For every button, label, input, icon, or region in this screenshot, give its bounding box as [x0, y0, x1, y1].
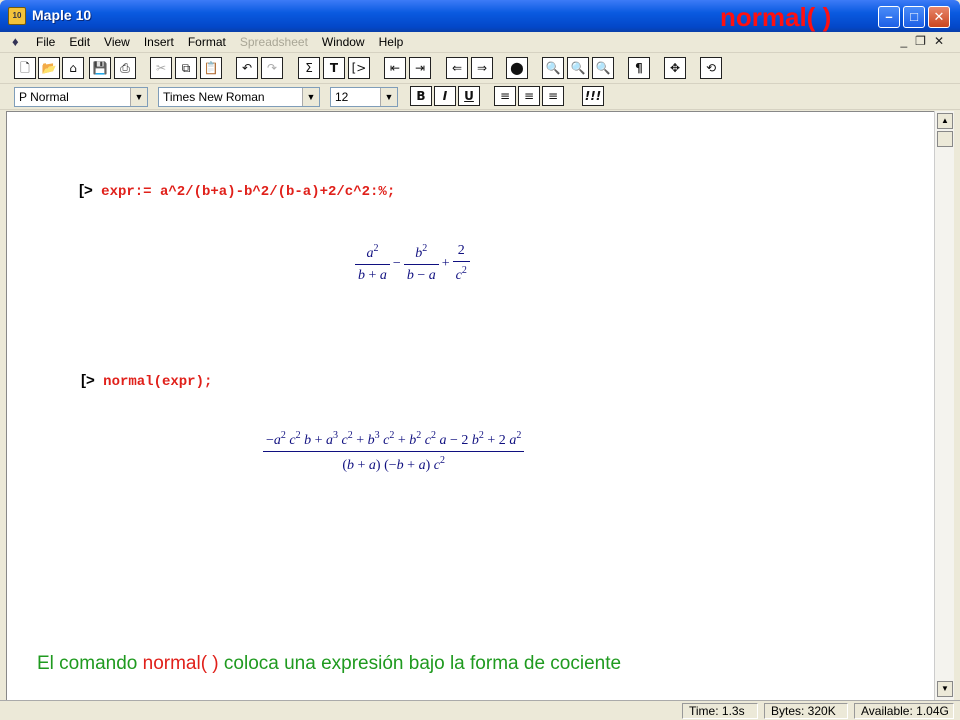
- prompt-symbol: [>: [81, 372, 95, 389]
- status-available: Available: 1.04G: [854, 703, 954, 719]
- scroll-thumb[interactable]: [937, 131, 953, 147]
- forward-arrow-icon[interactable]: ⇒: [471, 57, 493, 79]
- menu-file[interactable]: File: [36, 35, 55, 49]
- zoom-large-icon[interactable]: 🔍: [592, 57, 614, 79]
- output-2: −a2 c2 b + a3 c2 + b3 c2 + b2 c2 a − 2 b…: [261, 430, 526, 474]
- style-select[interactable]: P Normal ▼: [14, 87, 148, 107]
- close-button[interactable]: ✕: [928, 6, 950, 28]
- scroll-up-icon[interactable]: ▲: [937, 113, 953, 129]
- menu-items: File Edit View Insert Format Spreadsheet…: [36, 35, 403, 49]
- text-mode-icon[interactable]: T: [323, 57, 345, 79]
- main-toolbar: 🗋 📂 ⌂ 💾 ⎙ ✂ ⧉ 📋 ↶ ↷ Σ T [> ⇤ ⇥ ⇐ ⇒ ⬤ 🔍 🔍…: [0, 54, 960, 84]
- input-line-1[interactable]: [> expr:= a^2/(b+a)-b^2/(b-a)+2/c^2:%;: [79, 182, 395, 200]
- size-select-value: 12: [335, 90, 349, 104]
- menu-bar: ♦ File Edit View Insert Format Spreadshe…: [0, 32, 960, 53]
- restart-icon[interactable]: ⟲: [700, 57, 722, 79]
- sum-icon[interactable]: Σ: [298, 57, 320, 79]
- scroll-down-icon[interactable]: ▼: [937, 681, 953, 697]
- cut-icon[interactable]: ✂: [150, 57, 172, 79]
- menu-spreadsheet: Spreadsheet: [239, 35, 308, 49]
- zoom-medium-icon[interactable]: 🔍: [567, 57, 589, 79]
- underline-button[interactable]: U: [458, 86, 480, 106]
- title-bar[interactable]: 10 Maple 10 normal( ) – □ ✕: [0, 0, 960, 32]
- execute-worksheet-button[interactable]: !!!: [582, 86, 604, 106]
- maple-input-icon[interactable]: [>: [348, 57, 370, 79]
- doc-restore-icon[interactable]: ❐: [915, 34, 926, 48]
- align-left-icon[interactable]: ≡: [494, 86, 516, 106]
- open-folder-icon[interactable]: 📂: [38, 57, 60, 79]
- menu-help[interactable]: Help: [379, 35, 404, 49]
- font-select-value: Times New Roman: [163, 90, 265, 104]
- chevron-down-icon[interactable]: ▼: [302, 88, 319, 106]
- menu-view[interactable]: View: [104, 35, 130, 49]
- caption: El comando normal( ) coloca una expresió…: [37, 653, 621, 675]
- zoom-small-icon[interactable]: 🔍: [542, 57, 564, 79]
- caption-pre: El comando: [37, 653, 143, 674]
- window-title: Maple 10: [32, 7, 92, 23]
- menu-edit[interactable]: Edit: [69, 35, 90, 49]
- menu-format[interactable]: Format: [188, 35, 226, 49]
- save-icon[interactable]: 💾: [89, 57, 111, 79]
- bold-button[interactable]: B: [410, 86, 432, 106]
- command-2[interactable]: normal(expr);: [103, 374, 212, 390]
- input-line-2[interactable]: [> normal(expr);: [81, 372, 212, 390]
- status-time: Time: 1.3s: [682, 703, 758, 719]
- maximize-button[interactable]: □: [903, 6, 925, 28]
- open-url-icon[interactable]: ⌂: [62, 57, 84, 79]
- indent-icon[interactable]: ⇥: [409, 57, 431, 79]
- menu-insert[interactable]: Insert: [144, 35, 174, 49]
- document-menu-icon[interactable]: ♦: [12, 34, 30, 50]
- status-bar: Time: 1.3s Bytes: 320K Available: 1.04G: [0, 700, 960, 720]
- size-select[interactable]: 12 ▼: [330, 87, 398, 107]
- paste-icon[interactable]: 📋: [200, 57, 222, 79]
- italic-button[interactable]: I: [434, 86, 456, 106]
- status-bytes: Bytes: 320K: [764, 703, 848, 719]
- pilcrow-icon[interactable]: ¶: [628, 57, 650, 79]
- back-arrow-icon[interactable]: ⇐: [446, 57, 468, 79]
- align-center-icon[interactable]: ≡: [518, 86, 540, 106]
- prompt-symbol: [>: [79, 182, 93, 199]
- print-icon[interactable]: ⎙: [114, 57, 136, 79]
- stop-icon[interactable]: ⬤: [506, 57, 528, 79]
- chevron-down-icon[interactable]: ▼: [130, 88, 147, 106]
- doc-close-icon[interactable]: ✕: [934, 34, 944, 48]
- new-document-icon[interactable]: 🗋: [14, 57, 36, 79]
- minimize-button[interactable]: –: [878, 6, 900, 28]
- doc-minimize-icon[interactable]: _: [900, 34, 907, 48]
- format-toolbar: P Normal ▼ Times New Roman ▼ 12 ▼ B I U …: [0, 84, 960, 110]
- menu-window[interactable]: Window: [322, 35, 365, 49]
- output-1: a2 b + a − b2 b − a +2 c2: [353, 243, 472, 284]
- vertical-scrollbar[interactable]: ▲ ▼: [934, 111, 954, 700]
- style-select-value: P Normal: [19, 90, 69, 104]
- redo-icon[interactable]: ↷: [261, 57, 283, 79]
- caption-post: coloca una expresión bajo la forma de co…: [218, 653, 622, 674]
- copy-icon[interactable]: ⧉: [175, 57, 197, 79]
- maple-app-icon[interactable]: 10: [8, 7, 26, 25]
- chevron-down-icon[interactable]: ▼: [380, 88, 397, 106]
- font-select[interactable]: Times New Roman ▼: [158, 87, 320, 107]
- slide-title: normal( ): [720, 2, 832, 32]
- worksheet[interactable]: [> expr:= a^2/(b+a)-b^2/(b-a)+2/c^2:%; a…: [6, 111, 934, 700]
- document-window-controls: _ ❐ ✕: [900, 34, 944, 48]
- expand-section-icon[interactable]: ✥: [664, 57, 686, 79]
- undo-icon[interactable]: ↶: [236, 57, 258, 79]
- outdent-icon[interactable]: ⇤: [384, 57, 406, 79]
- align-right-icon[interactable]: ≡: [542, 86, 564, 106]
- caption-command: normal( ): [142, 653, 219, 674]
- command-1[interactable]: expr:= a^2/(b+a)-b^2/(b-a)+2/c^2:%;: [101, 184, 395, 200]
